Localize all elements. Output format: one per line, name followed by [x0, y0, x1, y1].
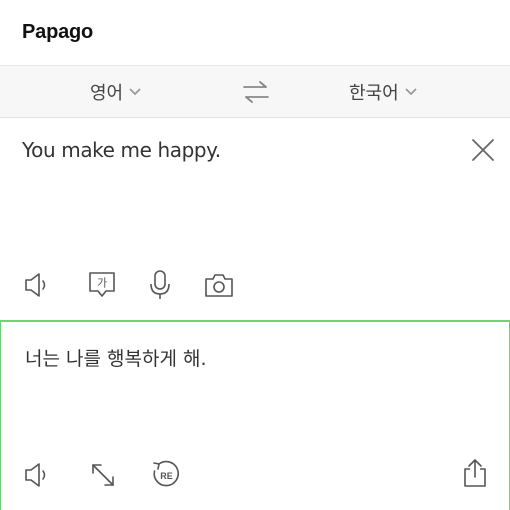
expand-icon — [92, 464, 114, 486]
close-icon — [472, 139, 494, 161]
korean-keyboard-icon: 가 — [89, 272, 115, 297]
swap-icon — [243, 81, 269, 103]
swap-languages-button[interactable] — [240, 78, 272, 106]
source-text-input[interactable]: You make me happy. — [22, 138, 221, 162]
camera-icon — [205, 274, 233, 297]
speaker-icon — [25, 273, 46, 297]
expand-button[interactable] — [87, 459, 119, 491]
source-panel: You make me happy. 가 — [0, 118, 510, 320]
app-title: Papago — [22, 21, 94, 43]
speaker-icon — [25, 463, 46, 487]
source-speak-button[interactable] — [22, 269, 54, 301]
source-language-label: 영어 — [90, 83, 124, 104]
korean-keyboard-button[interactable]: 가 — [86, 269, 118, 301]
result-speak-button[interactable] — [22, 459, 54, 491]
app-bar: Papago — [0, 0, 510, 66]
target-language-selector[interactable]: 한국어 — [349, 66, 418, 118]
chevron-down-icon — [404, 87, 418, 97]
voice-input-button[interactable] — [144, 269, 176, 301]
re-translate-icon: RE — [153, 460, 179, 487]
re-glyph: RE — [160, 471, 173, 481]
language-bar: 영어 한국어 — [0, 66, 510, 118]
camera-button[interactable] — [203, 269, 235, 301]
share-button[interactable] — [459, 457, 491, 489]
target-language-label: 한국어 — [349, 83, 399, 104]
re-translate-button[interactable]: RE — [150, 459, 182, 491]
translation-result: 너는 나를 행복하게 해. — [25, 348, 207, 370]
source-language-selector[interactable]: 영어 — [90, 66, 142, 118]
microphone-icon — [150, 270, 170, 299]
result-panel: 너는 나를 행복하게 해. RE — [0, 320, 510, 510]
share-icon — [464, 459, 486, 487]
korean-glyph: 가 — [97, 277, 107, 290]
chevron-down-icon — [128, 87, 142, 97]
clear-button[interactable] — [469, 136, 497, 164]
